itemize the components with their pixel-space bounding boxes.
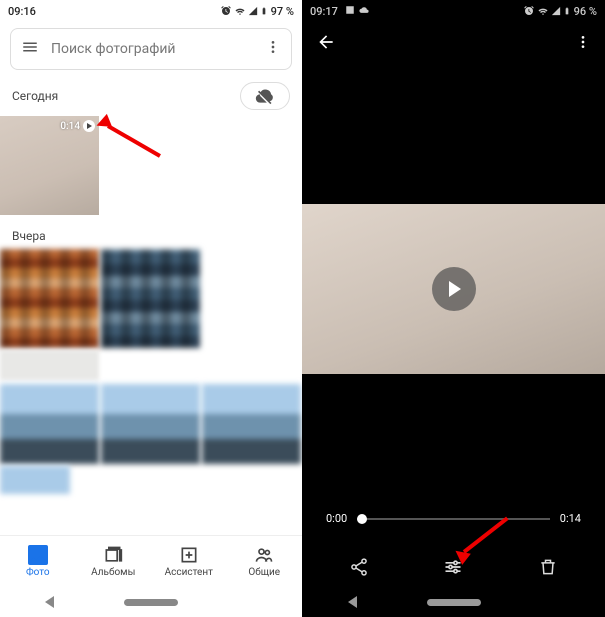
tab-albums[interactable]: Альбомы [76,536,152,587]
edit-button[interactable] [435,557,471,577]
share-button[interactable] [341,557,377,577]
cloud-off-icon [255,86,275,106]
video-thumbnail[interactable]: 0:14 [0,116,99,215]
tab-shared[interactable]: Общие [227,536,303,587]
photo-thumbnail[interactable] [101,384,200,464]
wifi-icon [234,5,246,17]
scrubber-row: 0:00 0:14 [326,512,581,525]
tab-label: Ассистент [165,567,213,578]
photo-grid-scroll[interactable]: Сегодня 0:14 Вчера [0,80,302,535]
tab-label: Фото [26,567,50,578]
status-bar: 09:16 97 % [0,0,302,22]
trash-icon [538,557,558,577]
backup-off-pill[interactable] [240,82,290,110]
system-home-pill[interactable] [427,599,481,606]
system-nav-bar [0,587,302,617]
search-bar[interactable]: Поиск фотографий [10,28,292,70]
video-duration-badge: 0:14 [60,120,95,132]
photo-thumbnail[interactable] [0,384,99,464]
section-label-today: Сегодня [12,89,58,103]
battery-icon [260,5,268,17]
alarm-icon [220,5,232,17]
action-bar [302,543,605,587]
photo-thumbnail[interactable] [0,466,70,494]
search-placeholder: Поиск фотографий [51,41,253,57]
player-top-bar [302,22,605,66]
cloud-icon [359,5,369,15]
share-icon [349,557,369,577]
scrubber-area: 0:00 0:14 [302,512,605,543]
photo-thumbnail[interactable] [202,384,301,464]
tune-icon [443,557,463,577]
section-header-today: Сегодня [0,80,302,116]
photo-thumbnail[interactable] [101,249,200,348]
alarm-icon [523,5,535,17]
scrubber-time-start: 0:00 [326,512,347,525]
assistant-tab-icon [179,545,199,565]
photos-tab-icon [28,545,48,565]
delete-button[interactable] [530,557,566,577]
tab-label: Общие [248,567,280,578]
system-back-button[interactable] [348,596,357,608]
tab-label: Альбомы [91,567,135,578]
scrubber-time-end: 0:14 [560,512,581,525]
system-home-pill[interactable] [124,599,178,606]
status-icons [523,5,571,17]
more-vert-icon [575,34,591,50]
video-duration-text: 0:14 [60,121,80,132]
status-battery-pct: 96 % [574,5,597,18]
section-header-yesterday: Вчера [0,215,302,249]
wifi-icon [537,5,549,17]
shared-tab-icon [254,545,274,565]
arrow-left-icon [316,32,336,52]
grid-yesterday [0,249,302,494]
status-icons [220,5,268,17]
signal-icon [551,5,561,17]
grid-today: 0:14 [0,116,302,215]
photo-thumbnail[interactable] [0,249,99,348]
status-bar: 09:17 96 % [302,0,605,22]
hamburger-menu-icon[interactable] [21,38,39,60]
tab-assistant[interactable]: Ассистент [151,536,227,587]
photo-icon [345,5,355,15]
more-button[interactable] [575,34,591,54]
albums-tab-icon [103,545,123,565]
more-vert-icon[interactable] [265,39,281,59]
photo-thumbnail[interactable] [0,350,99,380]
scrubber-track[interactable] [357,518,550,520]
photos-app-screen: 09:16 97 % Поиск фотографий Сегодня [0,0,302,617]
signal-icon [248,5,258,17]
play-button[interactable] [432,267,476,311]
play-icon [83,120,95,132]
bottom-nav: Фото Альбомы Ассистент Общие [0,535,302,587]
back-button[interactable] [316,32,336,56]
system-nav-bar [302,587,605,617]
tab-photos[interactable]: Фото [0,536,76,587]
video-player-screen: 09:17 96 % 0:00 0:14 [302,0,605,617]
status-battery-pct: 97 % [271,5,294,18]
status-time: 09:17 [310,5,519,18]
scrubber-handle[interactable] [357,514,367,524]
video-frame [302,204,605,374]
video-viewport[interactable] [302,66,605,512]
status-time: 09:16 [8,5,216,18]
battery-icon [563,5,571,17]
system-back-button[interactable] [45,596,54,608]
